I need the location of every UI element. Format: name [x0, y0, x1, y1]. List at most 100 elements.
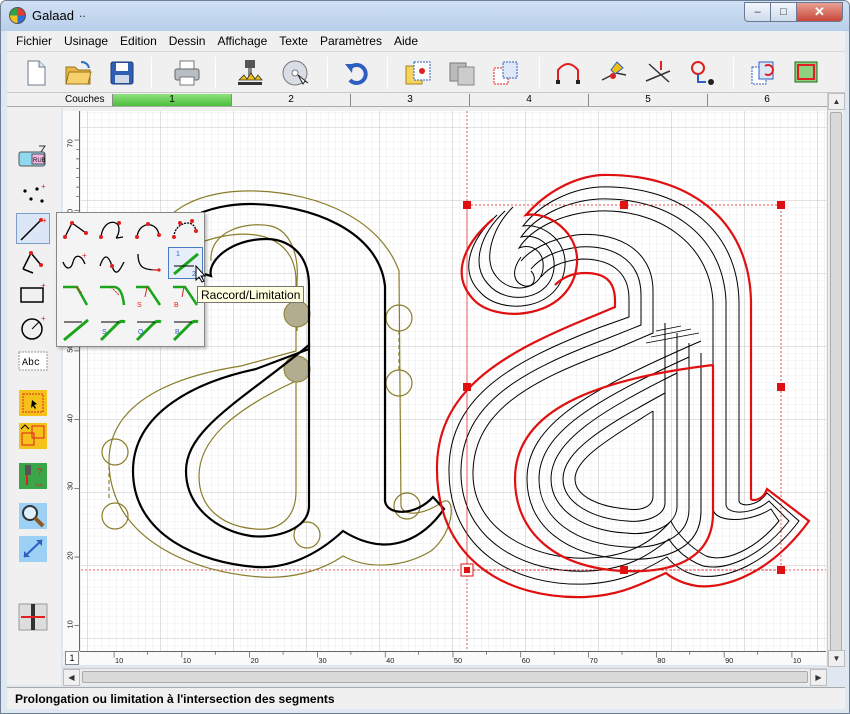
text-abc-icon[interactable]: Abc: [16, 345, 50, 376]
scissors-icon[interactable]: [641, 56, 675, 90]
layer-tab-2[interactable]: 2: [231, 94, 350, 106]
main-toolbar: [7, 51, 845, 93]
h-tick-label: 10: [183, 656, 191, 665]
paste-layer-icon[interactable]: [489, 56, 523, 90]
polyline-corner-icon[interactable]: [58, 214, 93, 246]
vertical-scrollbar[interactable]: ▲ ▼: [827, 93, 845, 667]
copy-layer-icon[interactable]: [401, 56, 435, 90]
layer-tab-3[interactable]: 3: [350, 94, 469, 106]
h-tick-label: 70: [590, 656, 598, 665]
arc-curve-icon[interactable]: [131, 214, 166, 246]
maximize-button[interactable]: □: [771, 2, 797, 22]
menu-affichage[interactable]: Affichage: [212, 34, 274, 48]
v-tick-label: 20: [65, 551, 74, 559]
scroll-down-icon[interactable]: ▼: [828, 650, 845, 667]
cut-divider-icon[interactable]: [16, 601, 50, 632]
scroll-right-icon[interactable]: ▶: [810, 669, 827, 686]
svg-text:»»: »»: [35, 482, 43, 489]
line-icon[interactable]: +: [16, 213, 50, 244]
straight-join-icon[interactable]: [58, 313, 93, 345]
save-icon[interactable]: [105, 56, 139, 90]
points-icon[interactable]: +: [16, 180, 50, 211]
pen-tool-icon[interactable]: [597, 56, 631, 90]
vertical-scroll-thumb[interactable]: [830, 112, 842, 658]
circle-arrow-icon[interactable]: [685, 56, 719, 90]
rectangle-frame-icon[interactable]: [789, 56, 823, 90]
h-tick-label: 50: [454, 656, 462, 665]
close-button[interactable]: ✕: [797, 2, 843, 22]
q-join-icon[interactable]: Q: [131, 313, 166, 345]
h-tick-label: 60: [522, 656, 530, 665]
symmetric-fillet-icon[interactable]: S: [131, 280, 166, 312]
app-window: Galaad .. – □ ✕ Fichier Usinage Edition …: [0, 0, 850, 714]
bezier-curve-icon[interactable]: [95, 214, 130, 246]
measure-icon[interactable]: [16, 533, 50, 564]
window-title: Galaad: [32, 8, 74, 23]
horizontal-scrollbar[interactable]: ◀ ▶: [63, 668, 827, 686]
polyline-icon[interactable]: [16, 246, 50, 277]
layer-tab-5[interactable]: 5: [588, 94, 707, 106]
circle-icon[interactable]: +: [16, 312, 50, 343]
minimize-button[interactable]: –: [744, 2, 771, 22]
tooltip: Raccord/Limitation: [197, 286, 305, 303]
h-tick-label: 30: [318, 656, 326, 665]
drawing-canvas[interactable]: [81, 111, 826, 651]
spline-points-icon[interactable]: [168, 214, 203, 246]
layer-tab-6[interactable]: 6: [707, 94, 826, 106]
print-icon[interactable]: [170, 56, 204, 90]
ruler-corner[interactable]: 1: [65, 651, 79, 665]
menu-texte[interactable]: Texte: [274, 34, 315, 48]
menu-edition[interactable]: Edition: [115, 34, 164, 48]
move-select-icon[interactable]: [16, 420, 50, 451]
window-title-extra: ..: [79, 6, 86, 20]
menu-parametres[interactable]: Paramètres: [315, 34, 389, 48]
chamfer-line-icon[interactable]: [58, 280, 93, 312]
machining-question-icon[interactable]: ? »»: [16, 460, 50, 491]
open-folder-icon[interactable]: [61, 56, 95, 90]
new-file-icon[interactable]: [19, 56, 53, 90]
mouse-pointer-icon: [195, 265, 207, 283]
fuse-layer-icon[interactable]: [445, 56, 479, 90]
zoom-icon[interactable]: [16, 500, 50, 531]
s-join-icon[interactable]: S: [95, 313, 130, 345]
layers-label: Couches: [65, 94, 105, 105]
drawing-tools-palette: RUB + + + + Abc ? »»: [7, 107, 61, 685]
layer-stack-icon[interactable]: [747, 56, 781, 90]
title-bar[interactable]: Galaad .. – □ ✕: [1, 1, 849, 31]
svg-text:+: +: [82, 251, 87, 260]
cd-input-icon[interactable]: [278, 56, 312, 90]
v-tick-label: 30: [65, 482, 74, 490]
menu-fichier[interactable]: Fichier: [11, 34, 59, 48]
b-join-icon[interactable]: B: [168, 313, 203, 345]
menu-usinage[interactable]: Usinage: [59, 34, 115, 48]
undo-icon[interactable]: [340, 56, 374, 90]
selection-frame-icon[interactable]: [16, 387, 50, 418]
menu-dessin[interactable]: Dessin: [164, 34, 213, 48]
svg-text:+: +: [41, 281, 46, 290]
wave-curve-icon[interactable]: +: [58, 247, 93, 279]
menu-aide[interactable]: Aide: [389, 34, 425, 48]
node-shape-icon[interactable]: [551, 56, 585, 90]
fillet-marker: [283, 300, 311, 328]
svg-text:+: +: [42, 216, 47, 225]
v-tick-label: 10: [65, 620, 74, 628]
rub-eraser-icon[interactable]: RUB: [16, 143, 50, 174]
sine-curve-icon[interactable]: [95, 247, 130, 279]
layer-tab-4[interactable]: 4: [469, 94, 588, 106]
machining-icon[interactable]: [233, 56, 267, 90]
vertical-ruler: 70 60 50 40 30 20 10: [63, 111, 80, 651]
layer-tab-1[interactable]: 1: [112, 94, 231, 106]
h-tick-label: 10: [115, 656, 123, 665]
badge-label: B: [174, 302, 179, 309]
badge-label: S: [137, 302, 142, 309]
round-corner-icon[interactable]: [95, 280, 130, 312]
tangent-curve-icon[interactable]: [131, 247, 166, 279]
scroll-left-icon[interactable]: ◀: [63, 669, 80, 686]
h-tick-label: 40: [386, 656, 394, 665]
fillet-marker: [283, 355, 311, 383]
rectangle-icon[interactable]: +: [16, 279, 50, 310]
badge-label: S: [102, 329, 107, 336]
v-tick-label: 40: [65, 414, 74, 422]
scroll-up-icon[interactable]: ▲: [828, 93, 845, 110]
horizontal-scroll-thumb[interactable]: [82, 671, 808, 683]
